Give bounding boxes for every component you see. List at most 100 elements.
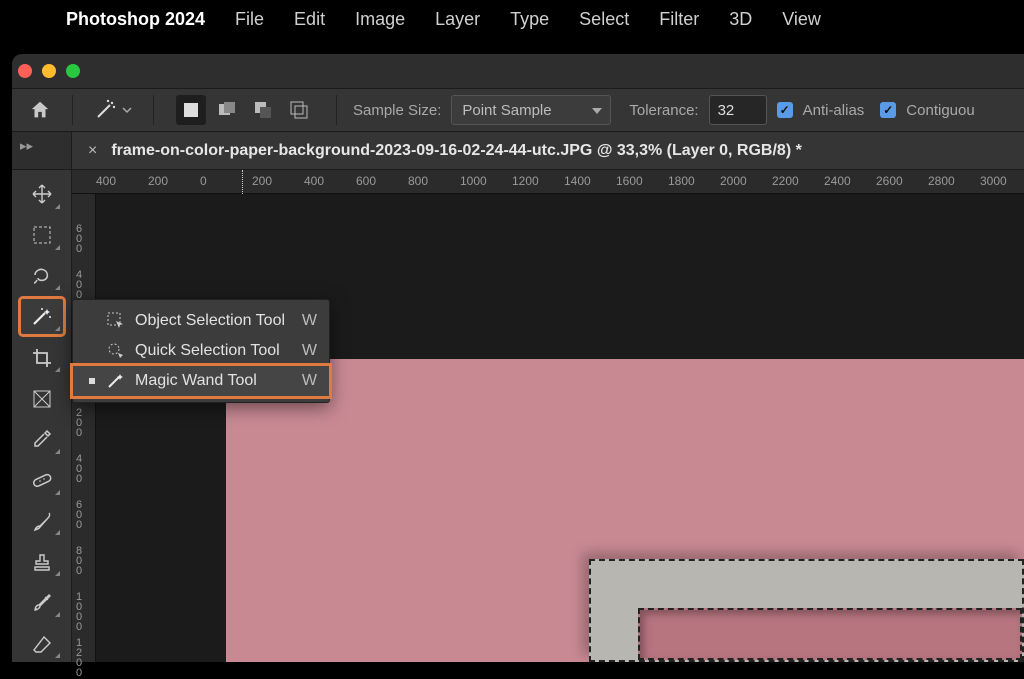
window-minimize-button[interactable] <box>42 64 56 78</box>
ruler-tick: 400 <box>96 174 116 188</box>
eraser-icon <box>31 633 53 655</box>
selection-add-button[interactable] <box>212 95 242 125</box>
traffic-lights <box>18 64 80 78</box>
menu-filter[interactable]: Filter <box>659 9 699 30</box>
sample-size-dropdown[interactable]: Point Sample <box>451 95 611 125</box>
document-close-button[interactable]: × <box>88 142 97 160</box>
eyedropper-tool[interactable] <box>20 421 64 458</box>
flyout-quick-selection[interactable]: Quick Selection Tool W <box>73 336 329 366</box>
magic-wand-icon <box>94 99 120 121</box>
contiguous-checkbox[interactable]: ✓ <box>880 102 896 118</box>
ruler-tick: 1400 <box>564 174 591 188</box>
move-icon <box>31 183 53 205</box>
eraser-tool[interactable] <box>20 625 64 662</box>
image-background <box>226 359 1024 662</box>
document-tab-bar: × frame-on-color-paper-background-2023-0… <box>72 132 1024 170</box>
canvas-area[interactable] <box>96 194 1024 662</box>
ruler-tick: 1800 <box>668 174 695 188</box>
flyout-item-shortcut: W <box>302 342 317 360</box>
home-icon <box>29 99 51 121</box>
magic-wand-tool[interactable] <box>20 298 64 335</box>
ruler-tick: 600 <box>356 174 376 188</box>
current-tool-indicator[interactable] <box>89 94 137 126</box>
document-title[interactable]: frame-on-color-paper-background-2023-09-… <box>111 142 801 160</box>
app-name[interactable]: Photoshop 2024 <box>66 9 205 30</box>
selection-subtract-icon <box>253 100 273 120</box>
ruler-tick: 2000 <box>720 174 747 188</box>
ruler-tick: 1200 <box>512 174 539 188</box>
sample-size-label: Sample Size: <box>353 102 441 119</box>
tool-flyout-menu: Object Selection Tool W Quick Selection … <box>72 299 330 403</box>
menu-layer[interactable]: Layer <box>435 9 480 30</box>
tools-panel <box>12 170 72 662</box>
active-indicator-icon <box>89 378 95 384</box>
selection-marquee-inner <box>638 608 1022 660</box>
ruler-tick: 2400 <box>824 174 851 188</box>
selection-intersect-icon <box>289 100 309 120</box>
ruler-tick: 600 <box>76 224 81 254</box>
chevron-down-icon <box>122 105 132 115</box>
flyout-object-selection[interactable]: Object Selection Tool W <box>73 306 329 336</box>
panel-collapse-strip[interactable]: ▸▸ <box>12 132 72 170</box>
menu-select[interactable]: Select <box>579 9 629 30</box>
crop-tool[interactable] <box>20 339 64 376</box>
ruler-tick: 1000 <box>460 174 487 188</box>
menu-view[interactable]: View <box>782 9 821 30</box>
selection-add-icon <box>217 100 237 120</box>
marquee-icon <box>32 225 52 245</box>
object-selection-icon <box>107 312 125 330</box>
flyout-item-shortcut: W <box>302 372 317 390</box>
ruler-tick: 1600 <box>616 174 643 188</box>
ruler-horizontal[interactable]: 4002000200400600800100012001400160018002… <box>72 170 1024 194</box>
selection-marquee-outer <box>589 559 1024 662</box>
marquee-tool[interactable] <box>20 217 64 254</box>
lasso-tool[interactable] <box>20 258 64 295</box>
menu-file[interactable]: File <box>235 9 264 30</box>
flyout-item-label: Object Selection Tool <box>135 312 285 330</box>
selection-subtract-button[interactable] <box>248 95 278 125</box>
ruler-tick: 200 <box>148 174 168 188</box>
ruler-cursor-mark <box>242 170 243 194</box>
ruler-tick: 800 <box>76 546 81 576</box>
ruler-tick: 2200 <box>772 174 799 188</box>
ruler-tick: 1000 <box>76 592 81 632</box>
tolerance-label: Tolerance: <box>629 102 698 119</box>
frame-tool[interactable] <box>20 380 64 417</box>
menu-type[interactable]: Type <box>510 9 549 30</box>
eyedropper-icon <box>31 428 53 450</box>
flyout-magic-wand[interactable]: Magic Wand Tool W <box>73 366 329 396</box>
ruler-tick: 1200 <box>76 638 81 678</box>
move-tool[interactable] <box>20 176 64 213</box>
ruler-tick: 200 <box>76 408 81 438</box>
anti-alias-checkbox[interactable]: ✓ <box>777 102 793 118</box>
contiguous-label: Contiguou <box>906 102 974 119</box>
selection-new-button[interactable] <box>176 95 206 125</box>
ruler-tick: 400 <box>76 454 81 484</box>
selection-intersect-button[interactable] <box>284 95 314 125</box>
mac-menubar: Photoshop 2024 File Edit Image Layer Typ… <box>0 0 1024 38</box>
ruler-tick: 200 <box>252 174 272 188</box>
brush-tool[interactable] <box>20 503 64 540</box>
ruler-tick: 2800 <box>928 174 955 188</box>
magic-wand-icon <box>30 306 54 328</box>
crop-icon <box>31 347 53 369</box>
window-zoom-button[interactable] <box>66 64 80 78</box>
window-close-button[interactable] <box>18 64 32 78</box>
home-button[interactable] <box>24 94 56 126</box>
stamp-icon <box>31 551 53 573</box>
menu-3d[interactable]: 3D <box>729 9 752 30</box>
flyout-item-label: Quick Selection Tool <box>135 342 280 360</box>
tolerance-input[interactable]: 32 <box>709 95 767 125</box>
menu-edit[interactable]: Edit <box>294 9 325 30</box>
quick-selection-icon <box>107 342 125 360</box>
ruler-vertical[interactable]: 600400200020040060080010001200 <box>72 194 96 662</box>
lasso-icon <box>31 265 53 287</box>
clone-stamp-tool[interactable] <box>20 543 64 580</box>
ruler-tick: 800 <box>408 174 428 188</box>
tolerance-value: 32 <box>718 102 735 119</box>
history-brush-tool[interactable] <box>20 584 64 621</box>
divider <box>72 95 73 125</box>
sample-size-value: Point Sample <box>462 102 551 119</box>
healing-brush-tool[interactable] <box>20 462 64 499</box>
menu-image[interactable]: Image <box>355 9 405 30</box>
